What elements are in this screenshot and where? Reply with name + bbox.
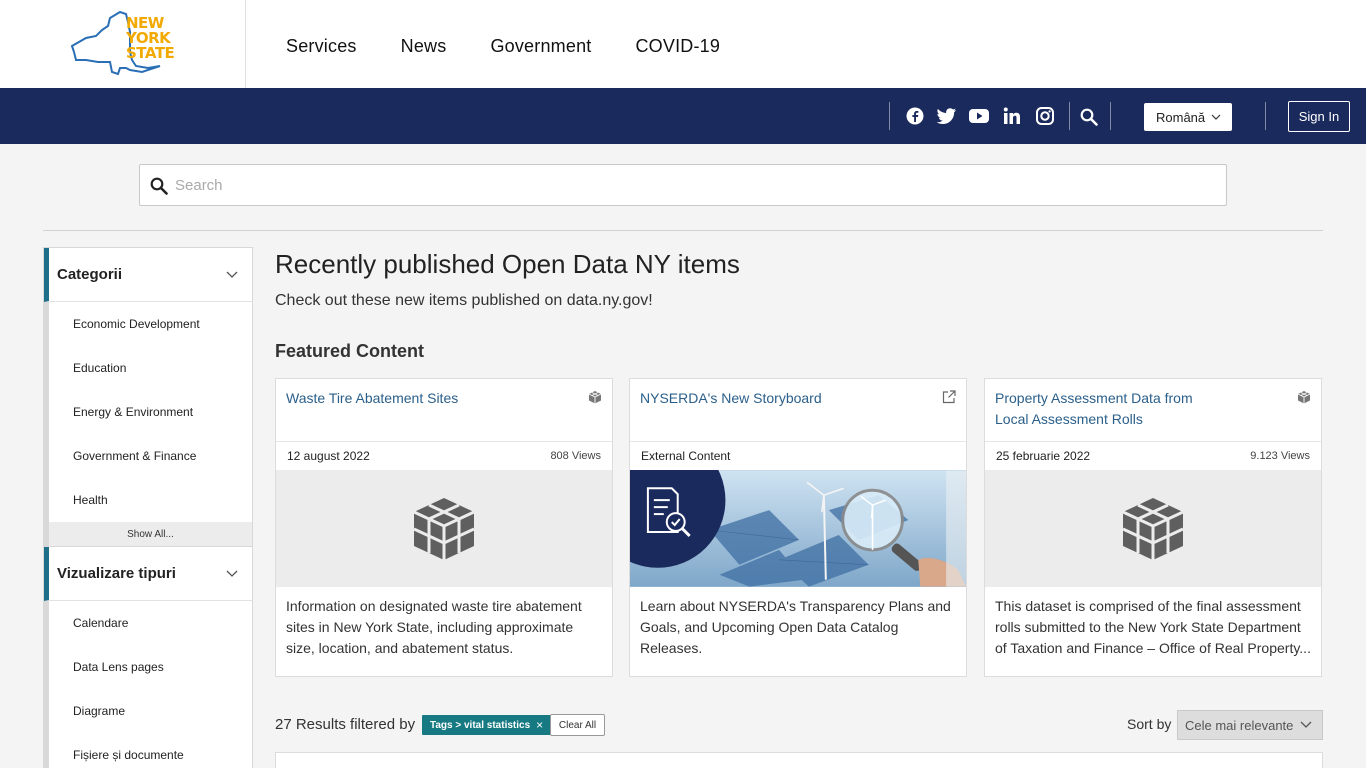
chevron-down-icon — [1300, 721, 1312, 728]
dataset-cube-icon — [1297, 390, 1311, 409]
utility-separator — [1110, 102, 1111, 130]
featured-heading: Featured Content — [275, 341, 425, 361]
facet-list: Calendare Data Lens pages Diagrame Fișie… — [44, 601, 252, 768]
card-date: 25 februarie 2022 — [996, 449, 1091, 463]
nav-government[interactable]: Government — [490, 36, 591, 57]
card-views: 9.123 Views — [1250, 450, 1310, 462]
card-description: Information on designated waste tire aba… — [286, 598, 582, 656]
filter-tag-label: Tags > vital statistics — [430, 719, 531, 731]
sort-select[interactable]: Cele mai relevante — [1177, 710, 1323, 740]
storyboard-image — [630, 470, 966, 587]
card-title[interactable]: NYSERDA's New Storyboard — [640, 388, 930, 409]
main-nav: Services News Government COVID-19 — [286, 36, 720, 57]
card-title[interactable]: Property Assessment Data from Local Asse… — [995, 388, 1195, 430]
results-count: 27 Results filtered by — [275, 716, 416, 733]
facet-categories-header[interactable]: Categorii — [44, 248, 252, 302]
site-header: NEW YORK STATE Services News Government … — [0, 0, 1366, 88]
facet-list: Economic Development Education Energy & … — [44, 302, 252, 546]
card-meta: 25 februarie 2022 9.123 Views — [985, 441, 1321, 470]
search-icon — [150, 177, 168, 195]
featured-card[interactable]: Property Assessment Data from Local Asse… — [984, 378, 1322, 677]
nav-news[interactable]: News — [401, 36, 447, 57]
facet-title: Vizualizare tipuri — [57, 565, 176, 582]
facet-view-types-header[interactable]: Vizualizare tipuri — [44, 547, 252, 601]
utility-separator — [889, 102, 890, 130]
results-list — [275, 752, 1323, 768]
facet-item[interactable]: Diagrame — [49, 689, 252, 733]
chevron-down-icon — [226, 570, 238, 577]
dataset-cube-icon — [413, 497, 475, 560]
linkedin-icon[interactable] — [1002, 106, 1022, 126]
close-icon[interactable]: × — [536, 718, 543, 732]
utility-separator — [1069, 102, 1070, 130]
nav-services[interactable]: Services — [286, 36, 357, 57]
card-description: This dataset is comprised of the final a… — [995, 598, 1311, 656]
card-date: 12 august 2022 — [287, 449, 370, 463]
facet-view-types: Vizualizare tipuri Calendare Data Lens p… — [43, 546, 253, 768]
catalog-search — [139, 164, 1227, 206]
card-views: 808 Views — [550, 450, 601, 462]
header-divider — [245, 0, 246, 88]
dataset-cube-icon — [1122, 497, 1184, 560]
featured-card[interactable]: Waste Tire Abatement Sites 12 august 202… — [275, 378, 613, 677]
filter-tag[interactable]: Tags > vital statistics × — [422, 715, 552, 735]
sign-in-button[interactable]: Sign In — [1288, 101, 1350, 132]
sort-value: Cele mai relevante — [1185, 717, 1294, 733]
search-icon[interactable] — [1079, 107, 1099, 127]
external-link-icon — [942, 390, 956, 409]
nav-covid-19[interactable]: COVID-19 — [635, 36, 720, 57]
chevron-down-icon — [226, 271, 238, 278]
facebook-icon[interactable] — [905, 106, 925, 126]
language-select[interactable]: Română — [1144, 103, 1232, 131]
featured-card[interactable]: NYSERDA's New Storyboard External Conten… — [629, 378, 967, 677]
twitter-icon[interactable] — [937, 106, 957, 126]
card-title[interactable]: Waste Tire Abatement Sites — [286, 388, 576, 409]
card-thumbnail — [985, 470, 1321, 587]
facet-item[interactable]: Government & Finance — [49, 434, 252, 478]
card-thumbnail — [276, 470, 612, 587]
facet-item[interactable]: Data Lens pages — [49, 645, 252, 689]
instagram-icon[interactable] — [1035, 106, 1055, 126]
show-all-link[interactable]: Show All... — [49, 522, 252, 546]
card-description: Learn about NYSERDA's Transparency Plans… — [640, 598, 951, 656]
page-title: Recently published Open Data NY items — [275, 249, 740, 279]
search-input[interactable] — [175, 173, 1215, 197]
facet-item[interactable]: Energy & Environment — [49, 390, 252, 434]
card-date: External Content — [641, 449, 731, 463]
facet-item[interactable]: Health — [49, 478, 252, 522]
logo-line-3: STATE — [126, 44, 175, 62]
card-meta: External Content — [630, 441, 966, 470]
card-meta: 12 august 2022 808 Views — [276, 441, 612, 470]
language-value: Română — [1156, 109, 1206, 125]
utility-separator — [1265, 102, 1266, 130]
clear-all-button[interactable]: Clear All — [550, 714, 605, 736]
content-divider — [43, 230, 1323, 231]
facet-categories: Categorii Economic Development Education… — [43, 247, 253, 547]
sort-label: Sort by — [1127, 716, 1172, 732]
facet-item[interactable]: Fișiere și documente — [49, 733, 252, 768]
facet-item[interactable]: Economic Development — [49, 302, 252, 346]
facet-item[interactable]: Education — [49, 346, 252, 390]
dataset-cube-icon — [588, 390, 602, 409]
facet-title: Categorii — [57, 266, 123, 283]
chevron-down-icon — [1211, 114, 1221, 120]
facet-item[interactable]: Calendare — [49, 601, 252, 645]
youtube-icon[interactable] — [969, 106, 989, 126]
page-subtitle: Check out these new items published on d… — [275, 292, 653, 309]
nys-logo[interactable]: NEW YORK STATE — [64, 8, 184, 80]
